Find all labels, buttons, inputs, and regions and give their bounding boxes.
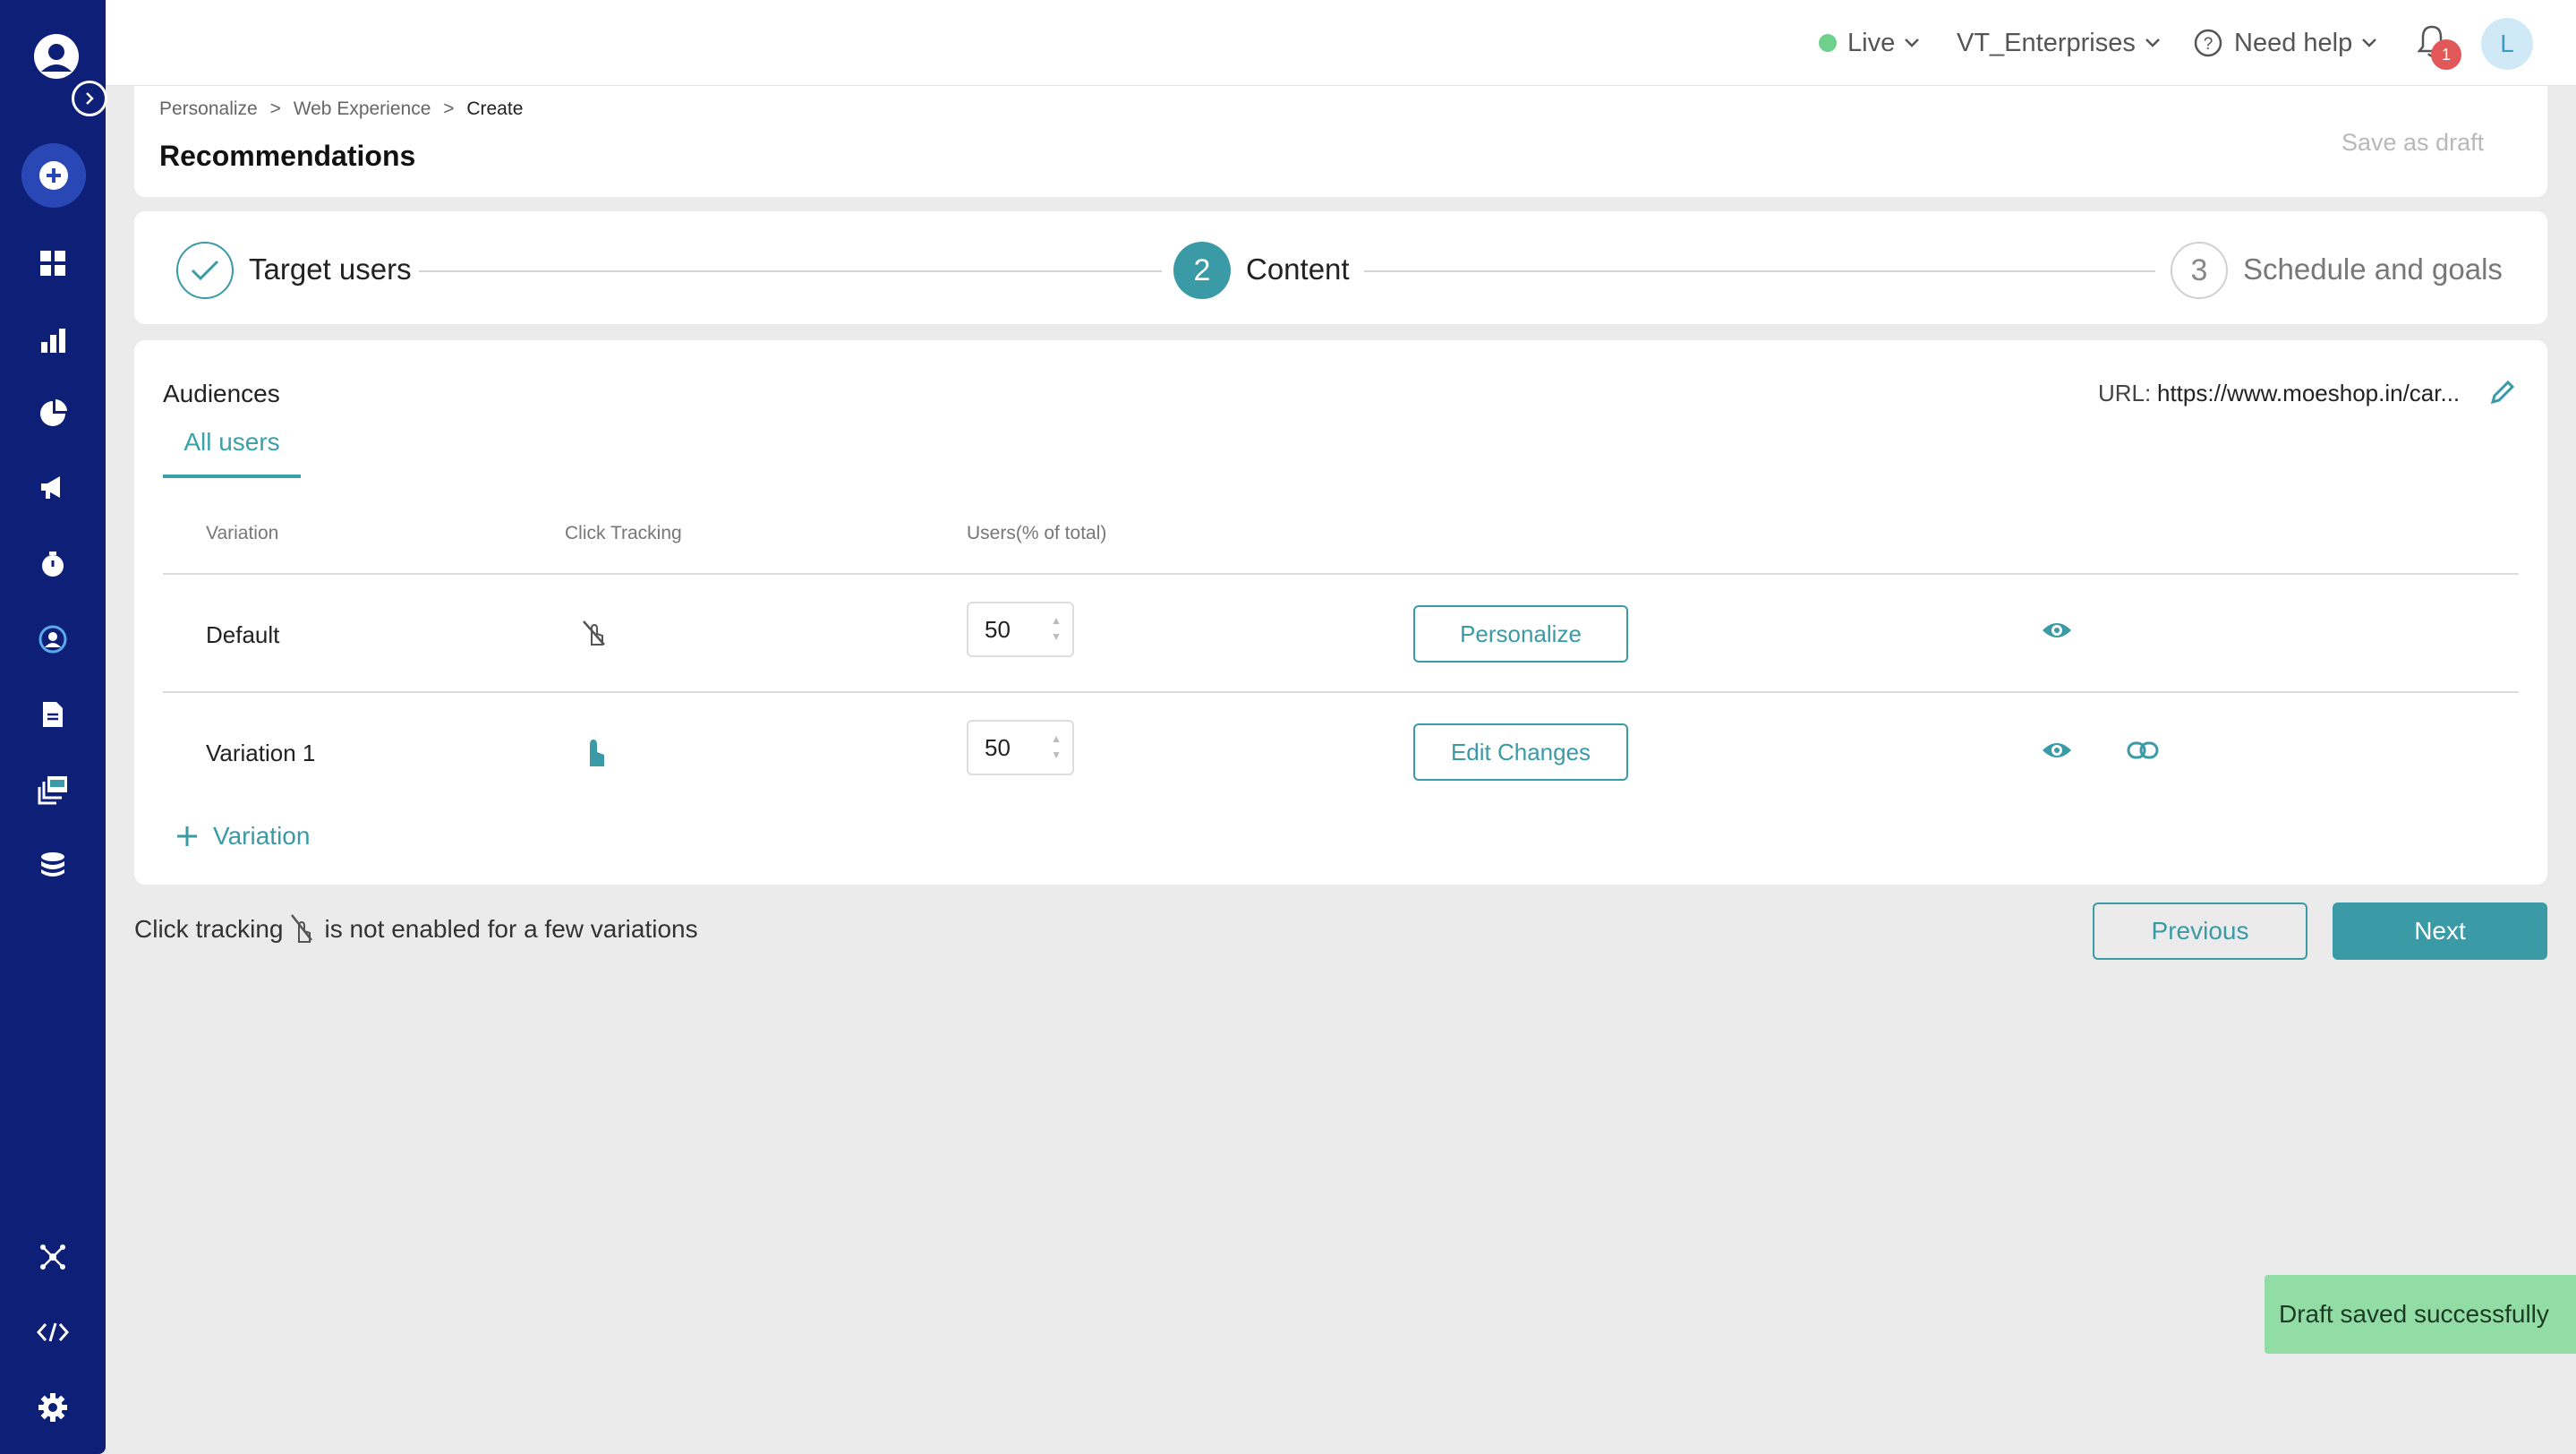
svg-text:?: ? (2204, 35, 2213, 54)
sidebar (0, 0, 107, 1454)
audiences-label: Audiences (163, 380, 280, 407)
step-2-label[interactable]: Content (1246, 252, 1350, 287)
integrations-icon[interactable] (33, 1237, 73, 1277)
edit-url-pencil-icon[interactable] (2488, 378, 2517, 411)
save-as-draft-button[interactable]: Save as draft (2341, 129, 2484, 157)
personalize-user-icon[interactable] (33, 620, 73, 659)
previous-button[interactable]: Previous (2093, 902, 2307, 960)
create-new-button[interactable] (21, 143, 86, 208)
step-3-number[interactable]: 3 (2171, 242, 2228, 299)
tab-all-users[interactable]: All users (163, 428, 301, 478)
add-variation-label: Variation (213, 822, 311, 850)
dashboard-icon[interactable] (33, 244, 73, 283)
data-database-icon[interactable] (33, 845, 73, 885)
help-label: Need help (2234, 28, 2353, 57)
warning-suffix: is not enabled for a few variations (324, 915, 698, 943)
stepper-arrows-icon[interactable]: ▲ ▼ (1051, 731, 1062, 763)
breadcrumb-separator: > (443, 98, 455, 119)
toast-draft-saved: Draft saved successfully (2265, 1275, 2576, 1354)
settings-gear-icon[interactable] (33, 1388, 73, 1427)
sidebar-expand-icon[interactable] (72, 81, 107, 116)
help-dropdown[interactable]: ? Need help (2193, 25, 2377, 61)
step-3-label[interactable]: Schedule and goals (2243, 252, 2503, 287)
step-1-done-icon[interactable] (176, 242, 234, 299)
analytics-icon[interactable] (33, 321, 73, 360)
environment-label: Live (1847, 28, 1896, 57)
users-percent-input-variation-1[interactable]: 50 ▲ ▼ (967, 720, 1074, 775)
click-tracking-disabled-icon[interactable] (580, 618, 607, 653)
header-divider (163, 573, 2519, 575)
users-percent-value: 50 (985, 733, 1011, 761)
segments-pie-icon[interactable] (33, 394, 73, 433)
campaigns-megaphone-icon[interactable] (33, 467, 73, 507)
breadcrumb-personalize[interactable]: Personalize (159, 98, 258, 119)
templates-gallery-icon[interactable] (33, 770, 73, 809)
step-1-label[interactable]: Target users (249, 252, 412, 287)
column-click-tracking: Click Tracking (565, 523, 682, 543)
breadcrumb-create: Create (466, 98, 524, 119)
content-document-icon[interactable] (33, 695, 73, 734)
user-avatar[interactable]: L (2481, 18, 2533, 70)
row-divider (163, 691, 2519, 693)
developer-code-icon[interactable] (33, 1313, 73, 1352)
preview-eye-icon[interactable] (2041, 740, 2073, 765)
stepper-arrows-icon[interactable]: ▲ ▼ (1051, 612, 1062, 645)
add-variation-button[interactable]: Variation (175, 822, 310, 851)
content-card (134, 340, 2547, 885)
step-2-number[interactable]: 2 (1173, 242, 1231, 299)
step-connector (1364, 270, 2155, 272)
click-tracking-warning: Click tracking is not enabled for a few … (134, 913, 698, 945)
users-percent-input-default[interactable]: 50 ▲ ▼ (967, 602, 1074, 657)
live-status-dot (1819, 34, 1837, 52)
app-logo-icon[interactable] (32, 32, 81, 81)
flows-timer-icon[interactable] (33, 544, 73, 584)
breadcrumb-separator: > (269, 98, 281, 119)
variation-name-default: Default (206, 621, 280, 648)
url-value: https://www.moeshop.in/car... (2157, 380, 2461, 406)
copy-link-icon[interactable] (2127, 740, 2159, 765)
step-connector (419, 270, 1162, 272)
personalize-button[interactable]: Personalize (1413, 605, 1628, 663)
warning-prefix: Click tracking (134, 915, 284, 943)
breadcrumb-web-experience[interactable]: Web Experience (294, 98, 431, 119)
chevron-down-icon (1905, 38, 1920, 47)
workspace-dropdown[interactable]: VT_Enterprises (1957, 25, 2161, 61)
help-circle-icon: ? (2194, 29, 2222, 57)
page-title: Recommendations (159, 140, 416, 172)
plus-icon (177, 826, 197, 846)
preview-eye-icon[interactable] (2041, 620, 2073, 646)
click-tracking-enabled-icon[interactable] (582, 736, 607, 773)
column-variation: Variation (206, 523, 279, 543)
variation-name-variation-1: Variation 1 (206, 740, 316, 766)
users-percent-value: 50 (985, 615, 1011, 643)
next-button[interactable]: Next (2333, 902, 2547, 960)
click-tracking-disabled-icon (291, 914, 313, 943)
workspace-label: VT_Enterprises (1957, 28, 2136, 57)
breadcrumb: Personalize > Web Experience > Create (159, 98, 523, 120)
column-users-percent: Users(% of total) (967, 523, 1107, 543)
notification-badge: 1 (2431, 39, 2461, 70)
chevron-down-icon (2362, 38, 2377, 47)
url-label: URL: (2098, 380, 2152, 406)
environment-dropdown[interactable]: Live (1819, 25, 1920, 61)
edit-changes-button[interactable]: Edit Changes (1413, 723, 1628, 781)
chevron-down-icon (2145, 38, 2160, 47)
